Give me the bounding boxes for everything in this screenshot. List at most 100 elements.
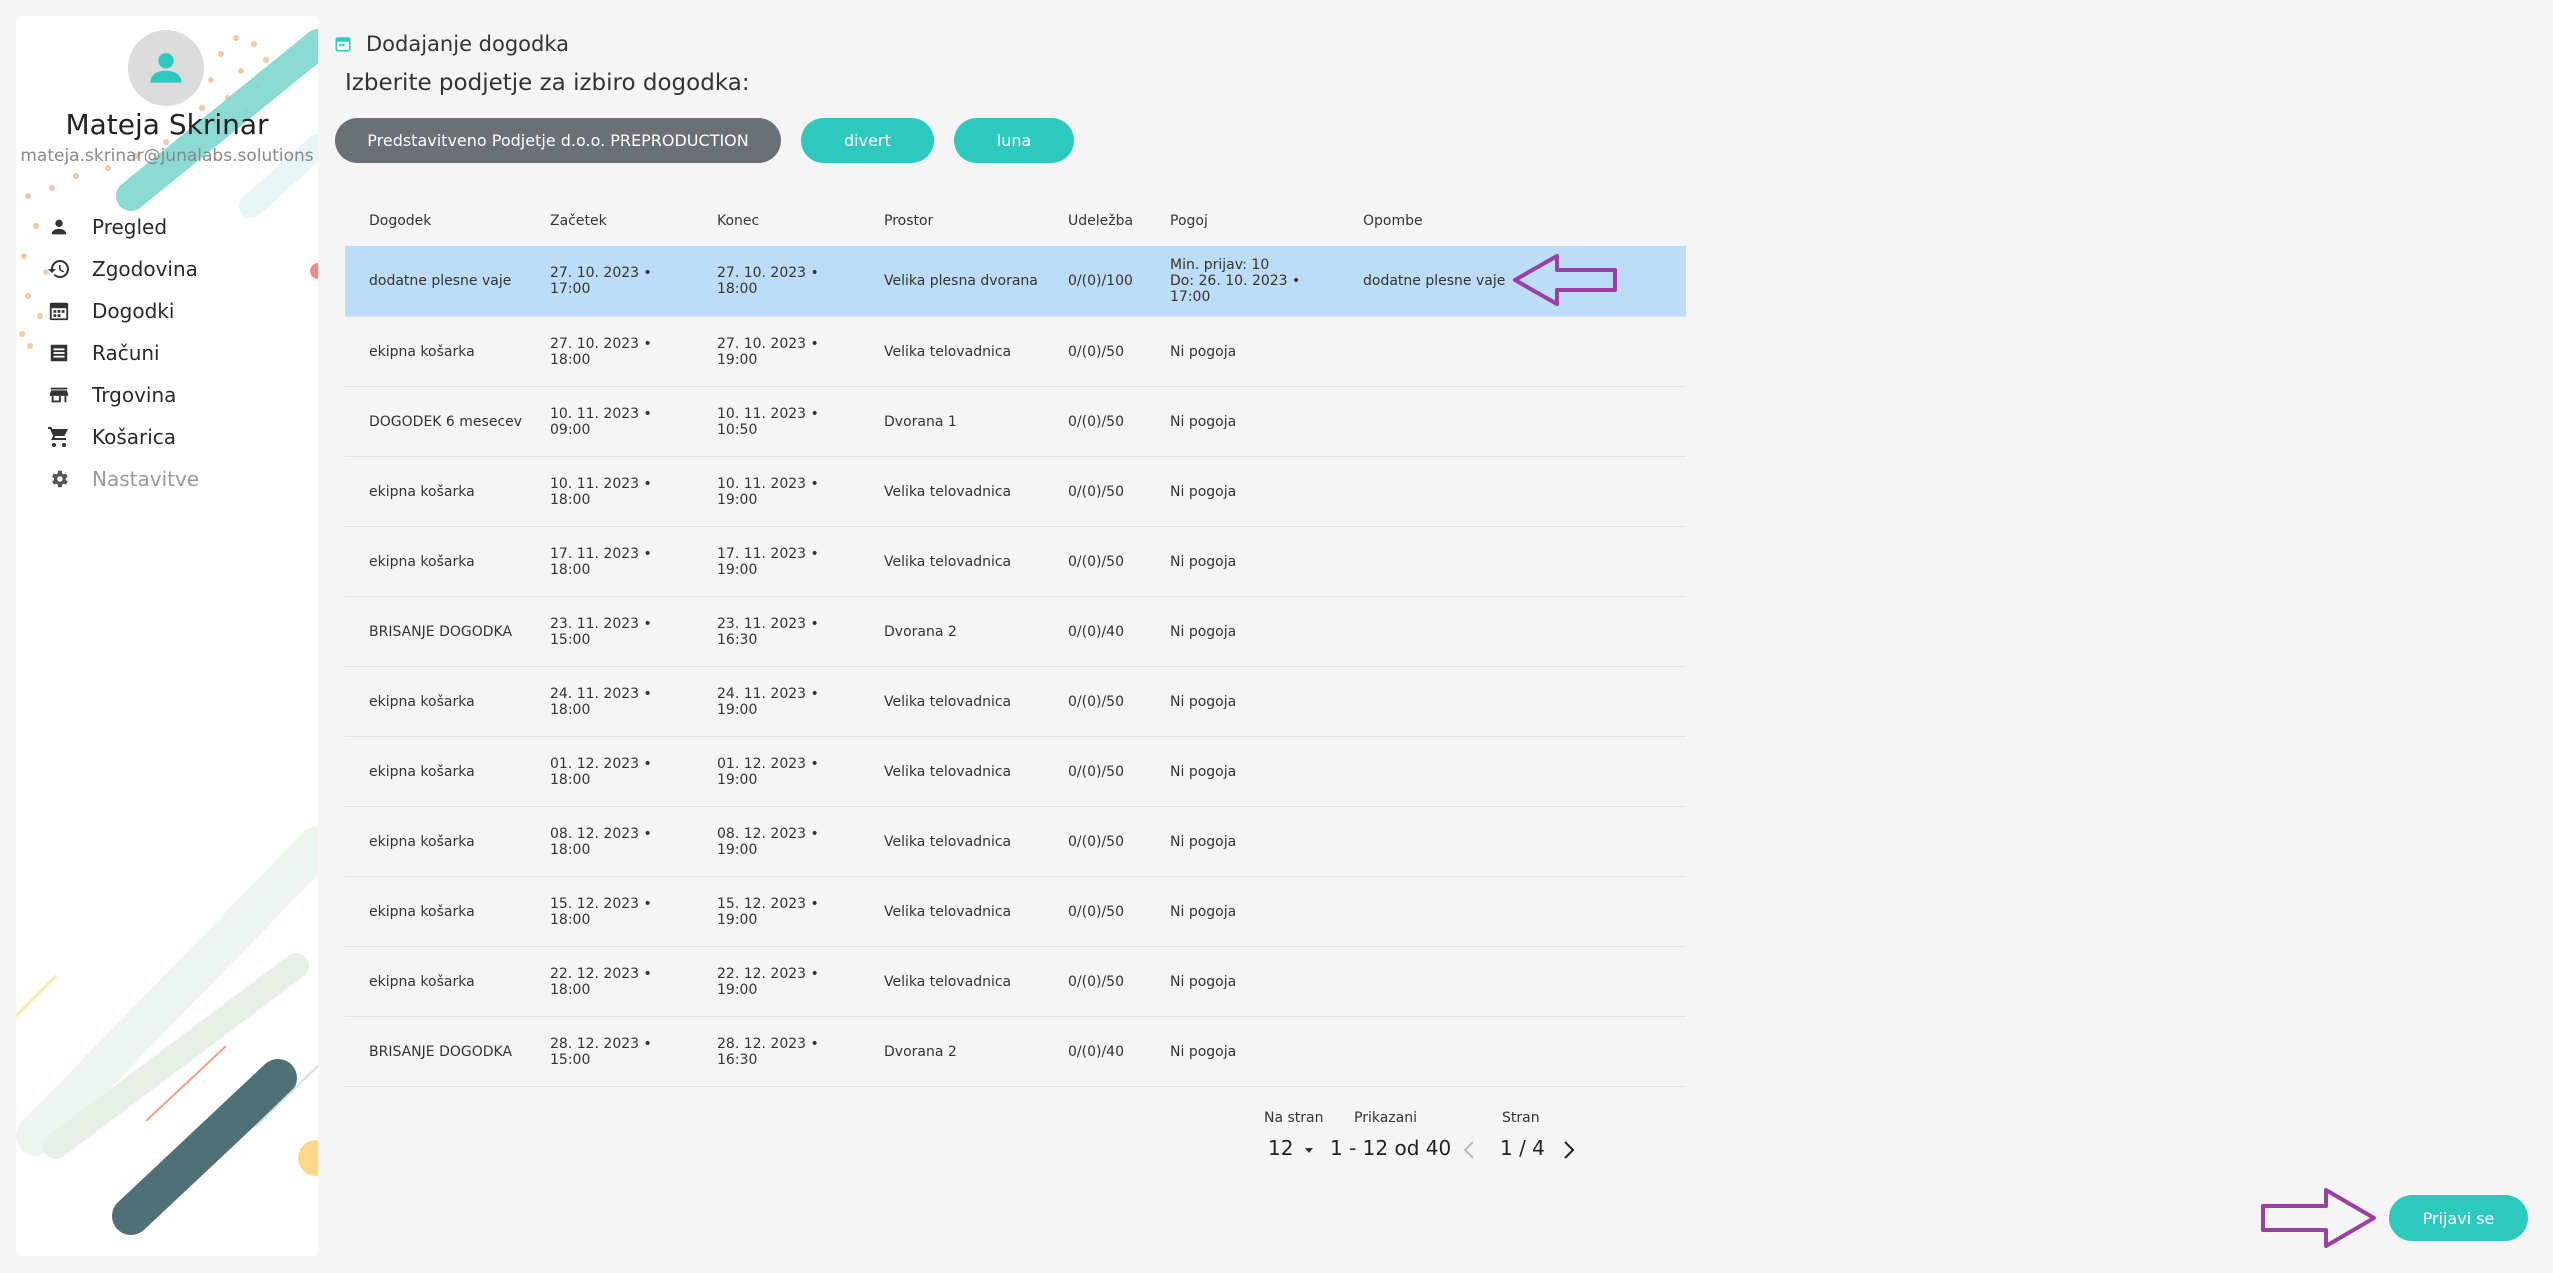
page-header: Dodajanje dogodka (334, 32, 569, 56)
avatar[interactable] (128, 30, 204, 106)
cell-room: Velika telovadnica (884, 483, 1012, 500)
page-title: Dodajanje dogodka (366, 32, 570, 56)
cell-event: ekipna košarka (369, 693, 475, 710)
annotation-arrow-left-icon (1513, 254, 1617, 306)
company-chip-divert[interactable]: divert (801, 118, 934, 163)
cell-end: 27. 10. 2023 • 19:00 (717, 335, 819, 368)
cell-room: Velika telovadnica (884, 973, 1012, 990)
cell-attendance: 0/(0)/50 (1068, 903, 1124, 920)
sidebar-decoration (16, 29, 318, 1235)
cell-event: DOGODEK 6 mesecev (369, 413, 523, 430)
column-header-dogodek[interactable]: Dogodek (345, 213, 526, 229)
sidebar-item-label: Košarica (92, 425, 177, 449)
cell-room: Dvorana 2 (884, 1043, 957, 1060)
sidebar-nav: Pregled Zgodovina Dogodki Računi Trgovin… (46, 206, 199, 500)
cell-condition: Ni pogoja (1170, 553, 1237, 570)
page-subtitle: Izberite podjetje za izbiro dogodka: (345, 70, 750, 96)
table-body: dodatne plesne vaje 27. 10. 2023 • 17:00… (345, 246, 1686, 1087)
sidebar-item-zgodovina[interactable]: Zgodovina (46, 248, 199, 290)
cell-start: 23. 11. 2023 • 15:00 (550, 615, 652, 648)
cell-attendance: 0/(0)/50 (1068, 833, 1124, 850)
cell-room: Dvorana 2 (884, 623, 957, 640)
cell-event: ekipna košarka (369, 833, 475, 850)
condition-deadline: Do: 26. 10. 2023 • 17:00 (1170, 273, 1301, 305)
column-header-pogoj[interactable]: Pogoj (1146, 213, 1339, 229)
cell-start: 10. 11. 2023 • 09:00 (550, 405, 652, 438)
cell-end: 17. 11. 2023 • 19:00 (717, 545, 819, 578)
cell-room: Velika telovadnica (884, 553, 1012, 570)
shown-label: Prikazani (1354, 1110, 1417, 1126)
table-row[interactable]: ekipna košarka 22. 12. 2023 • 18:00 22. … (345, 947, 1686, 1017)
column-header-konec[interactable]: Konec (693, 213, 860, 229)
cell-event: ekipna košarka (369, 343, 475, 360)
cell-event: BRISANJE DOGODKA (369, 1043, 513, 1060)
cell-attendance: 0/(0)/50 (1068, 343, 1124, 360)
page-label: Stran (1502, 1110, 1540, 1126)
per-page-select[interactable]: 12 (1268, 1136, 1314, 1160)
cell-condition: Ni pogoja (1170, 973, 1237, 990)
sidebar-item-dogodki[interactable]: Dogodki (46, 290, 199, 332)
store-icon (46, 382, 72, 408)
login-button[interactable]: Prijavi se (2389, 1195, 2528, 1241)
annotation-arrow-right-icon (2261, 1188, 2376, 1248)
cell-start: 10. 11. 2023 • 18:00 (550, 475, 652, 508)
user-name: Mateja Skrinar (65, 108, 269, 141)
table-row[interactable]: BRISANJE DOGODKA 28. 12. 2023 • 15:00 28… (345, 1017, 1686, 1087)
cell-end: 01. 12. 2023 • 19:00 (717, 755, 819, 788)
column-header-zacetek[interactable]: Začetek (526, 213, 693, 229)
sidebar-item-label: Pregled (92, 215, 168, 239)
sidebar-item-pregled[interactable]: Pregled (46, 206, 199, 248)
sidebar-item-label: Dogodki (92, 299, 175, 323)
column-header-udelezba[interactable]: Udeležba (1044, 213, 1146, 229)
table-row[interactable]: BRISANJE DOGODKA 23. 11. 2023 • 15:00 23… (345, 597, 1686, 667)
cell-attendance: 0/(0)/50 (1068, 763, 1124, 780)
column-header-prostor[interactable]: Prostor (860, 213, 1044, 229)
cell-condition: Ni pogoja (1170, 413, 1237, 430)
cell-room: Velika telovadnica (884, 833, 1012, 850)
cell-attendance: 0/(0)/40 (1068, 623, 1124, 640)
company-chip-luna[interactable]: luna (953, 118, 1075, 163)
cell-end: 23. 11. 2023 • 16:30 (717, 615, 819, 648)
table-row[interactable]: dodatne plesne vaje 27. 10. 2023 • 17:00… (345, 246, 1686, 317)
sidebar-item-nastavitve[interactable]: Nastavitve (46, 458, 199, 500)
cell-start: 28. 12. 2023 • 15:00 (550, 1035, 652, 1068)
sidebar-item-trgovina[interactable]: Trgovina (46, 374, 199, 416)
cell-event: dodatne plesne vaje (369, 273, 512, 289)
table-row[interactable]: ekipna košarka 01. 12. 2023 • 18:00 01. … (345, 737, 1686, 807)
sidebar-item-label: Zgodovina (92, 257, 198, 281)
gear-icon (46, 466, 72, 492)
table-row[interactable]: ekipna košarka 10. 11. 2023 • 18:00 10. … (345, 457, 1686, 527)
calendar-icon (335, 37, 351, 52)
table-row[interactable]: ekipna košarka 24. 11. 2023 • 18:00 24. … (345, 667, 1686, 737)
company-chip-predstavitveno[interactable]: Predstavitveno Podjetje d.o.o. PREPRODUC… (335, 118, 781, 163)
cell-start: 27. 10. 2023 • 17:00 (550, 265, 652, 297)
cell-condition: Min. prijav: 10 Do: 26. 10. 2023 • 17:00 (1146, 257, 1339, 305)
cell-condition: Ni pogoja (1170, 903, 1237, 920)
table-row[interactable]: ekipna košarka 08. 12. 2023 • 18:00 08. … (345, 807, 1686, 877)
cell-attendance: 0/(0)/50 (1068, 413, 1124, 430)
pagination: Na stran 12 Prikazani 1 - 12 od 40 Stran… (1260, 1110, 1590, 1170)
table-row[interactable]: ekipna košarka 27. 10. 2023 • 18:00 27. … (345, 317, 1686, 387)
chevron-left-icon[interactable] (1462, 1140, 1476, 1160)
per-page-value: 12 (1268, 1136, 1294, 1160)
table-row[interactable]: DOGODEK 6 mesecev 10. 11. 2023 • 09:00 1… (345, 387, 1686, 457)
history-icon (46, 256, 72, 282)
cell-room: Velika telovadnica (884, 343, 1012, 360)
sidebar-item-racuni[interactable]: Računi (46, 332, 199, 374)
cell-condition: Ni pogoja (1170, 483, 1237, 500)
cell-event: ekipna košarka (369, 553, 475, 570)
sidebar-item-kosarica[interactable]: Košarica (46, 416, 199, 458)
cell-condition: Ni pogoja (1170, 763, 1237, 780)
cell-event: ekipna košarka (369, 903, 475, 920)
table-row[interactable]: ekipna košarka 15. 12. 2023 • 18:00 15. … (345, 877, 1686, 947)
column-header-opombe[interactable]: Opombe (1339, 213, 1686, 229)
condition-line: Min. prijav: 10 (1170, 257, 1270, 273)
cell-end: 10. 11. 2023 • 10:50 (717, 405, 819, 438)
cell-attendance: 0/(0)/40 (1068, 1043, 1124, 1060)
user-email: mateja.skrinar@junalabs.solutions (20, 146, 314, 166)
cell-event: ekipna košarka (369, 763, 475, 780)
chevron-right-icon[interactable] (1562, 1140, 1576, 1160)
cell-start: 01. 12. 2023 • 18:00 (550, 755, 652, 788)
table-row[interactable]: ekipna košarka 17. 11. 2023 • 18:00 17. … (345, 527, 1686, 597)
cell-start: 22. 12. 2023 • 18:00 (550, 965, 652, 998)
